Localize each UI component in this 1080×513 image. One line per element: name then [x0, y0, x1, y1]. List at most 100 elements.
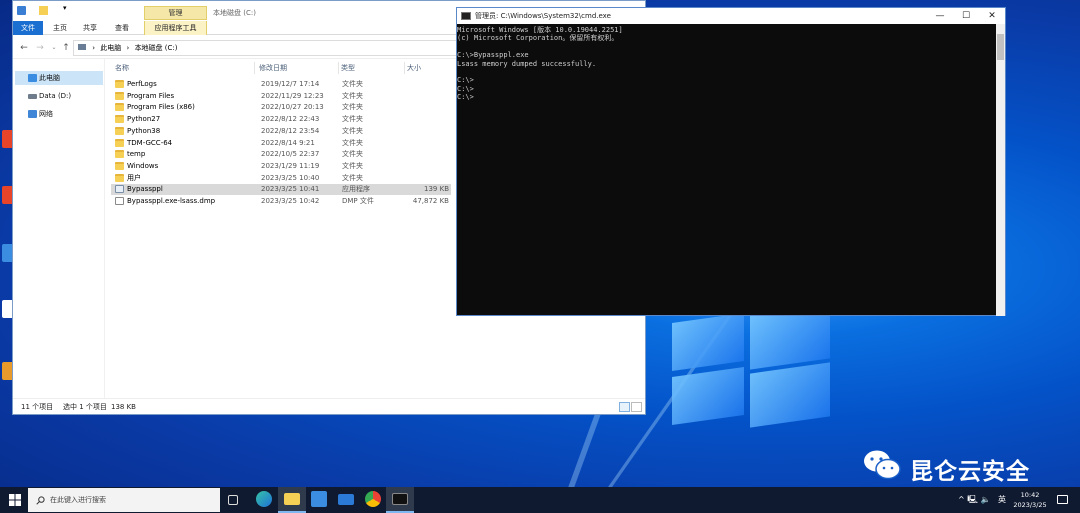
cell-name: Python38: [127, 126, 161, 135]
table-row[interactable]: Python27 2022/8/12 22:43 文件夹: [111, 114, 451, 125]
console-line: C:\>: [457, 84, 474, 93]
breadcrumb-drive[interactable]: 本地磁盘 (C:): [135, 44, 178, 52]
manage-context-tab[interactable]: 管理: [144, 6, 207, 20]
cell-type: 文件夹: [342, 103, 363, 112]
cell-date: 2023/3/25 10:41: [261, 185, 320, 194]
column-header-date[interactable]: 修改日期: [259, 62, 339, 74]
cmd-taskbar-icon[interactable]: [392, 493, 408, 505]
folder-icon: [115, 126, 124, 135]
store-icon[interactable]: [311, 491, 327, 507]
column-header-name[interactable]: 名称: [115, 62, 255, 74]
cell-date: 2022/11/29 12:23: [261, 91, 324, 100]
tab-file[interactable]: 文件: [13, 21, 43, 35]
scrollbar-thumb[interactable]: [997, 34, 1004, 60]
nav-item-this-pc[interactable]: 此电脑: [15, 71, 103, 85]
item-count: 11 个项目: [21, 403, 54, 411]
chrome-browser-icon[interactable]: [365, 491, 381, 507]
large-icons-view-icon[interactable]: [631, 402, 642, 412]
maximize-button[interactable]: ☐: [953, 8, 979, 24]
details-view-icon[interactable]: [619, 402, 630, 412]
recent-chevron-icon[interactable]: ⌄: [49, 42, 59, 54]
table-row[interactable]: PerfLogs 2019/12/7 17:14 文件夹: [111, 79, 451, 90]
cell-type: 文件夹: [342, 150, 363, 159]
cell-name: PerfLogs: [127, 80, 157, 88]
window-title: 本地磁盘 (C:): [213, 9, 256, 17]
drive-icon: [28, 94, 37, 99]
cell-date: 2022/8/12 22:43: [261, 115, 320, 124]
table-row[interactable]: Bypassppl 2023/3/25 10:41 应用程序 139 KB: [111, 184, 451, 196]
cell-name: Python27: [127, 115, 161, 124]
up-arrow-icon[interactable]: ↑: [61, 42, 71, 54]
console-line: C:\>: [457, 93, 474, 102]
search-icon: [36, 496, 45, 505]
cell-name: Windows: [127, 161, 159, 170]
console-line: (c) Microsoft Corporation。保留所有权利。: [457, 34, 619, 43]
selection-count: 选中 1 个项目: [63, 403, 107, 411]
cell-type: DMP 文件: [342, 197, 374, 205]
tab-home[interactable]: 主页: [45, 21, 75, 35]
nav-item-network[interactable]: 网络: [15, 107, 103, 121]
table-row[interactable]: Bypassppl.exe-lsass.dmp 2023/3/25 10:42 DM…: [111, 196, 451, 207]
table-row[interactable]: TDM-GCC-64 2022/8/14 9:21 文件夹: [111, 138, 451, 149]
cmd-window[interactable]: 管理员: C:\Windows\System32\cmd.exe — ☐ ✕ M…: [456, 7, 1006, 316]
taskbar-search-input[interactable]: 在此键入进行搜索: [28, 488, 220, 512]
edge-browser-icon[interactable]: [256, 491, 272, 507]
cell-name: Program Files (x86): [127, 103, 195, 112]
forward-arrow-icon[interactable]: →: [35, 42, 45, 54]
navigation-pane: 此电脑 Data (D:) 网络: [13, 59, 105, 399]
table-row[interactable]: temp 2022/10/5 22:37 文件夹: [111, 149, 451, 160]
cell-type: 文件夹: [342, 126, 363, 135]
tab-view[interactable]: 查看: [107, 21, 137, 35]
column-header-size[interactable]: 大小: [407, 62, 451, 74]
quick-access-toolbar[interactable]: ▾: [17, 4, 71, 16]
tab-app-tools[interactable]: 应用程序工具: [144, 21, 207, 35]
cell-name: Bypassppl: [127, 185, 163, 194]
table-row[interactable]: Program Files 2022/11/29 12:23 文件夹: [111, 91, 451, 102]
cmd-scrollbar[interactable]: [996, 24, 1005, 316]
cmd-console-output[interactable]: Microsoft Windows [版本 10.0.19044.2251] (c…: [457, 24, 997, 316]
table-row[interactable]: Windows 2023/1/29 11:19 文件夹: [111, 161, 451, 172]
folder-icon: [115, 91, 124, 100]
wechat-icon: [864, 450, 901, 480]
properties-icon[interactable]: [17, 6, 26, 15]
cell-date: 2019/12/7 17:14: [261, 80, 320, 88]
cell-type: 文件夹: [342, 91, 363, 100]
tab-share[interactable]: 共享: [75, 21, 105, 35]
cell-date: 2022/10/27 20:13: [261, 103, 324, 112]
table-row[interactable]: 用户 2023/3/25 10:40 文件夹: [111, 173, 451, 184]
console-icon: [461, 12, 471, 20]
console-line: C:\>Bypassppl.exe: [457, 51, 529, 60]
selection-size: 138 KB: [111, 403, 136, 411]
table-row[interactable]: Python38 2022/8/12 23:54 文件夹: [111, 126, 451, 137]
task-view-icon[interactable]: [228, 495, 238, 505]
breadcrumb-this-pc[interactable]: 此电脑: [100, 44, 121, 52]
breadcrumb-separator: ›: [92, 44, 96, 52]
cell-type: 文件夹: [342, 138, 363, 147]
cell-name: Program Files: [127, 91, 175, 100]
input-language-indicator[interactable]: 英: [998, 487, 1006, 513]
watermark-text: 昆仑云安全: [910, 459, 1030, 485]
new-folder-icon[interactable]: [39, 6, 48, 15]
close-button[interactable]: ✕: [979, 8, 1005, 24]
mail-icon[interactable]: [338, 494, 354, 505]
notification-icon[interactable]: [1057, 495, 1068, 504]
taskbar-clock[interactable]: 10:42 2023/3/25: [1010, 490, 1050, 510]
cell-type: 文件夹: [342, 173, 363, 182]
windows-start-icon[interactable]: [9, 494, 21, 506]
nav-item-label: Data (D:): [39, 92, 72, 100]
cell-type: 文件夹: [342, 80, 363, 88]
nav-item-data-drive[interactable]: Data (D:): [15, 89, 103, 103]
console-line: C:\>: [457, 76, 474, 85]
column-header-type[interactable]: 类型: [341, 62, 405, 74]
cmd-title-bar[interactable]: 管理员: C:\Windows\System32\cmd.exe — ☐ ✕: [457, 8, 1005, 24]
back-arrow-icon[interactable]: ←: [19, 42, 29, 54]
breadcrumb-separator: ›: [126, 44, 130, 52]
dropdown-arrow-icon[interactable]: ▾: [63, 4, 67, 12]
file-explorer-icon[interactable]: [284, 493, 300, 505]
taskbar: 在此键入进行搜索 ^ 🖳 🔈 英 10:42 2023/3/25: [0, 487, 1080, 513]
table-row[interactable]: Program Files (x86) 2022/10/27 20:13 文件夹: [111, 102, 451, 113]
minimize-button[interactable]: —: [927, 8, 953, 24]
system-tray-icons[interactable]: ^ 🖳 🔈: [958, 487, 990, 513]
file-icon: [115, 197, 124, 205]
